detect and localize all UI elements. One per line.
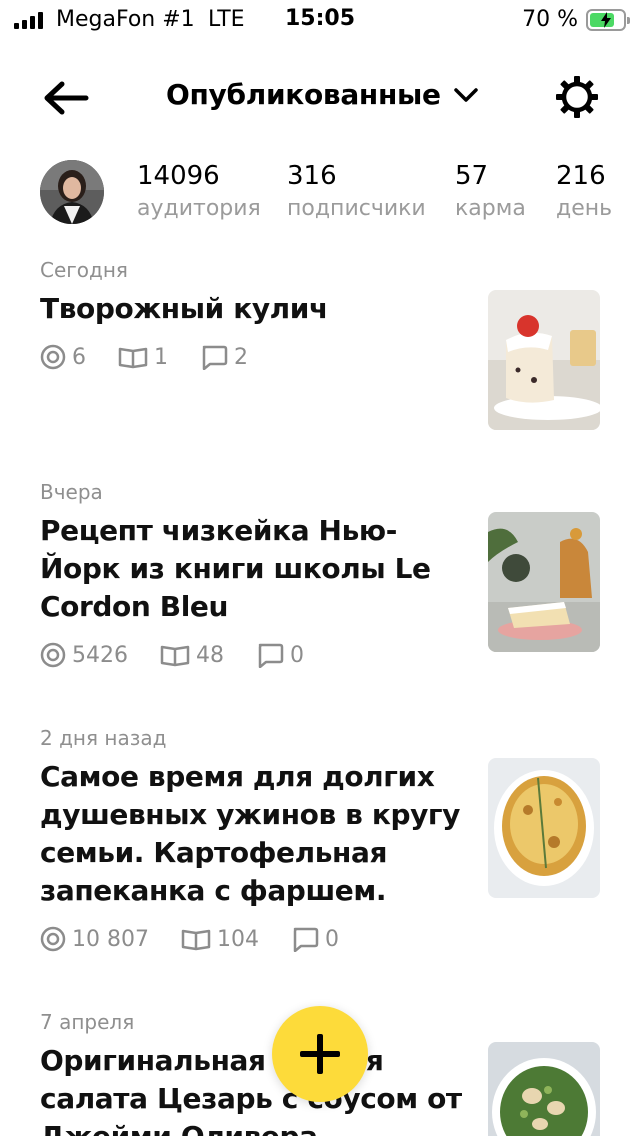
stat-label: день — [556, 196, 613, 221]
book-icon — [181, 929, 211, 951]
comments-count: 0 — [290, 642, 304, 668]
stat-karma: 57 карма — [455, 160, 526, 226]
app-header: Опубликованные — [0, 70, 640, 126]
arrow-left-icon — [44, 81, 89, 115]
charging-bolt-icon — [601, 12, 611, 28]
article-item[interactable]: Сегодня Творожный кулич 6 1 2 — [0, 256, 640, 446]
article-thumbnail — [488, 290, 600, 430]
article-date: 7 апреля — [40, 1010, 135, 1034]
back-button[interactable] — [40, 78, 92, 118]
comment-icon — [258, 643, 284, 668]
chevron-down-icon — [453, 87, 478, 102]
article-item[interactable]: Вчера Рецепт чизкейка Нью-Йорк из книги … — [0, 478, 640, 698]
article-stats: 10 807 104 0 — [40, 924, 371, 954]
views-count: 6 — [72, 344, 86, 370]
stat-label: карма — [455, 196, 526, 221]
comments-stat: 0 — [291, 926, 339, 952]
stat-subscribers: 316 подписчики — [287, 160, 426, 226]
reads-stat: 1 — [118, 345, 168, 370]
comment-icon — [202, 345, 228, 370]
reads-count: 104 — [216, 926, 259, 952]
battery-percent: 70 % — [522, 7, 578, 32]
article-thumbnail — [488, 1042, 600, 1136]
stat-value: 14096 — [137, 161, 220, 191]
views-count: 10 807 — [72, 926, 149, 952]
reads-count: 1 — [154, 344, 168, 370]
views-icon — [40, 926, 66, 952]
views-icon — [40, 344, 66, 370]
article-date: 2 дня назад — [40, 726, 167, 750]
reads-stat: 48 — [160, 643, 224, 668]
article-thumbnail — [488, 512, 600, 652]
stat-value: 216 — [556, 161, 606, 191]
page-title: Опубликованные — [166, 78, 441, 111]
article-title: Оригинальная версия салата Цезарь с соус… — [40, 1044, 462, 1136]
gear-icon — [556, 76, 598, 118]
stat-label: подписчики — [287, 196, 426, 221]
create-post-button[interactable] — [272, 1006, 368, 1102]
stat-day: 216 день — [556, 160, 612, 226]
article-stats: 6 1 2 — [40, 342, 280, 372]
comments-count: 2 — [234, 344, 248, 370]
reads-count: 48 — [196, 642, 224, 668]
comments-stat: 2 — [200, 344, 248, 370]
comments-count: 0 — [324, 926, 339, 952]
views-stat: 6 — [40, 344, 86, 370]
stat-value: 57 — [455, 161, 489, 191]
views-icon — [40, 642, 66, 668]
views-stat: 10 807 — [40, 926, 149, 952]
reads-stat: 104 — [181, 927, 259, 952]
article-item[interactable]: 2 дня назад Самое время для долгих душев… — [0, 724, 640, 974]
stat-audience: 14096 аудитория — [137, 160, 261, 226]
article-date: Вчера — [40, 480, 103, 504]
book-icon — [118, 347, 148, 369]
article-title: Рецепт чизкейка Нью-Йорк из книги школы … — [40, 514, 431, 623]
views-count: 5426 — [72, 642, 128, 668]
views-stat: 5426 — [40, 642, 128, 668]
avatar-photo — [40, 160, 104, 224]
article-date: Сегодня — [40, 258, 128, 282]
article-stats: 5426 48 0 — [40, 640, 336, 670]
article-title: Творожный кулич — [40, 292, 328, 325]
settings-button[interactable] — [554, 74, 600, 120]
comments-stat: 0 — [256, 642, 304, 668]
status-bar: MegaFon #1 LTE 15:05 70 % — [0, 0, 640, 40]
article-thumbnail — [488, 758, 600, 898]
stat-value: 316 — [287, 161, 337, 191]
comment-icon — [293, 927, 319, 952]
avatar[interactable] — [40, 160, 104, 224]
stat-label: аудитория — [137, 196, 261, 221]
book-icon — [160, 645, 190, 667]
article-title: Самое время для долгих душевных ужинов в… — [40, 760, 461, 907]
battery-icon — [586, 9, 630, 31]
section-selector[interactable]: Опубликованные — [166, 78, 479, 111]
